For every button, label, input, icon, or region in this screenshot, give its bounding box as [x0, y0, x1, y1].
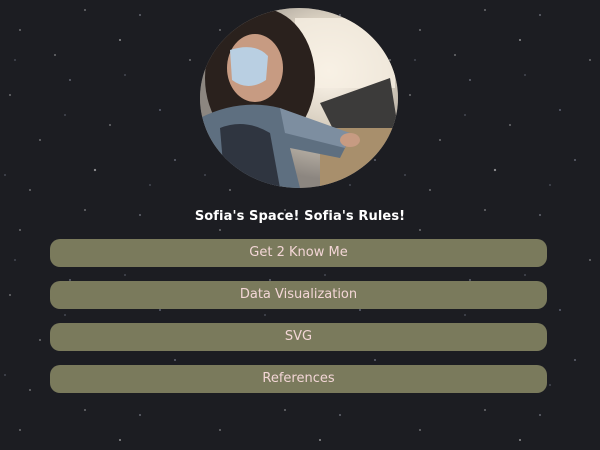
- nav-menu: Get 2 Know Me Data Visualization SVG Ref…: [50, 239, 547, 407]
- data-visualization-button[interactable]: Data Visualization: [50, 281, 547, 309]
- profile-photo-icon: [200, 8, 398, 188]
- get-2-know-me-button[interactable]: Get 2 Know Me: [50, 239, 547, 267]
- references-button[interactable]: References: [50, 365, 547, 393]
- avatar: [200, 8, 398, 188]
- svg-button[interactable]: SVG: [50, 323, 547, 351]
- page-tagline: Sofia's Space! Sofia's Rules!: [194, 209, 406, 224]
